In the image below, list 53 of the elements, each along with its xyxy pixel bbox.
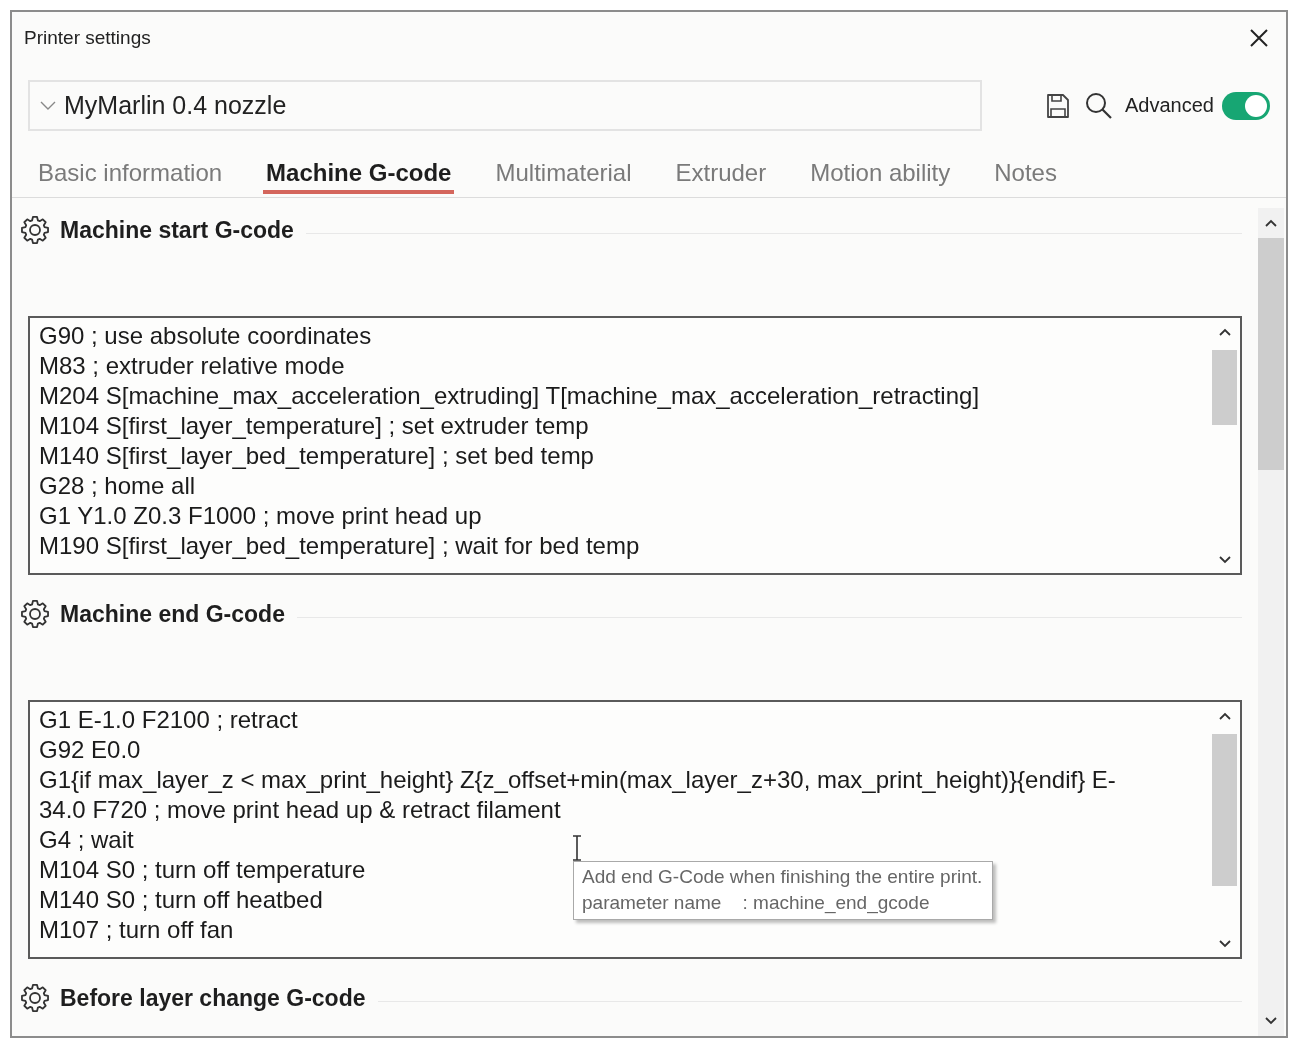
- search-icon: [1085, 91, 1114, 120]
- chevron-up-icon: [1218, 712, 1231, 720]
- chevron-down-icon: [1218, 556, 1231, 564]
- advanced-toggle[interactable]: [1222, 91, 1270, 120]
- code-editor[interactable]: [28, 316, 1242, 575]
- code-editor[interactable]: [28, 700, 1242, 959]
- tab[interactable]: Basic information: [35, 158, 226, 194]
- code-line: M104 S0 ; turn off temperature: [39, 855, 366, 885]
- chevron-down-icon: [40, 100, 56, 111]
- tab[interactable]: Notes: [991, 158, 1060, 194]
- save-button[interactable]: [1046, 92, 1071, 119]
- chevron-down-icon: [1265, 1017, 1277, 1025]
- preset-dropdown[interactable]: MyMarlin 0.4 nozzle: [28, 80, 982, 131]
- advanced-label: Advanced: [1125, 94, 1214, 117]
- code-line: G90 ; use absolute coordinates: [39, 321, 372, 351]
- code-line: G28 ; home all: [39, 471, 196, 501]
- text-cursor-icon: [571, 835, 583, 861]
- code-line: M83 ; extruder relative mode: [39, 351, 345, 381]
- chevron-down-icon: [1218, 940, 1231, 948]
- code-line: M140 S[first_layer_bed_temperature] ; set bed temp: [39, 441, 594, 471]
- tooltip-text: Add end G-Code when finishing the entire print.: [582, 865, 983, 889]
- tooltip-text: parameter name : machine_end_gcode: [582, 891, 930, 916]
- code-line: G1 E-1.0 F2100 ; retract: [39, 705, 298, 735]
- code-line: M107 ; turn off fan: [39, 915, 234, 945]
- section-title: Machine start G-code: [60, 216, 294, 244]
- tab[interactable]: Multimaterial: [492, 158, 635, 194]
- tab[interactable]: Motion ability: [807, 158, 954, 194]
- tab[interactable]: Machine G-code: [263, 158, 455, 194]
- code-line: G1 Y1.0 Z0.3 F1000 ; move print head up: [39, 501, 482, 531]
- gear-icon: [20, 215, 50, 245]
- code-line: G4 ; wait: [39, 825, 134, 855]
- window-title: Printer settings: [24, 27, 151, 49]
- scrollbar-thumb[interactable]: [1258, 238, 1284, 470]
- code-line: M204 S[machine_max_acceleration_extruding] T[machine_max_acceleration_retracting]: [39, 381, 980, 411]
- search-button[interactable]: [1085, 91, 1114, 120]
- code-line: 34.0 F720 ; move print head up & retract filament: [39, 795, 561, 825]
- code-line: M104 S[first_layer_temperature] ; set extruder temp: [39, 411, 589, 441]
- tab[interactable]: Extruder: [672, 158, 770, 194]
- code-line: G1{if max_layer_z < max_print_height} Z{z_offset+min(max_layer_z+30, max_print_height)}{endif} E-: [39, 765, 1116, 795]
- scrollbar-thumb[interactable]: [1212, 734, 1237, 886]
- scrollbar-thumb[interactable]: [1212, 350, 1237, 425]
- code-line: M190 S[first_layer_bed_temperature] ; wait for bed temp: [39, 531, 640, 561]
- code-line: M140 S0 ; turn off heatbed: [39, 885, 323, 915]
- section-title: Machine end G-code: [60, 600, 285, 628]
- scrollbar[interactable]: [1258, 208, 1284, 1036]
- chevron-up-icon: [1265, 219, 1277, 227]
- gear-icon: [20, 599, 50, 629]
- close-icon: [1248, 27, 1270, 49]
- close-button[interactable]: [1248, 27, 1270, 49]
- gear-icon: [20, 983, 50, 1013]
- chevron-up-icon: [1218, 328, 1231, 336]
- code-line: G92 E0.0: [39, 735, 141, 765]
- section-title: Before layer change G-code: [60, 984, 366, 1012]
